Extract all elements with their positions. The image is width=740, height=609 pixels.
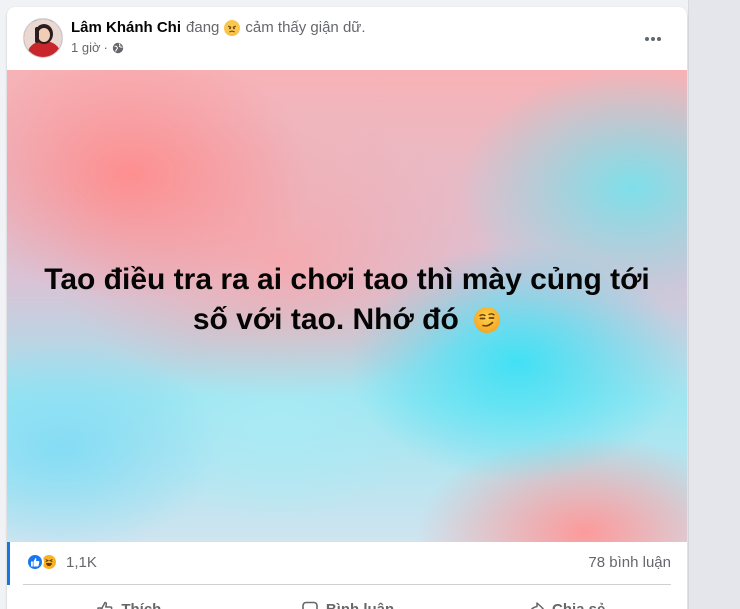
like-button[interactable]: Thích — [19, 587, 238, 609]
like-icon — [26, 553, 44, 571]
post-actions: Thích Bình luận Chia sẻ — [19, 587, 675, 609]
author-line: Lâm Khánh Chi đang cảm thấy giận dữ. — [71, 19, 366, 36]
more-options-button[interactable] — [635, 21, 671, 57]
share-icon — [530, 602, 544, 609]
comment-icon — [302, 601, 318, 609]
comment-count[interactable]: 78 bình luận — [588, 554, 671, 571]
background-text-post[interactable]: Tao điều tra ra ai chơi tao thì mày củng… — [7, 70, 687, 542]
feeling-prefix: đang — [186, 19, 220, 36]
author-name[interactable]: Lâm Khánh Chi — [71, 19, 181, 36]
post-body-text: Tao điều tra ra ai chơi tao thì mày củng… — [27, 260, 667, 340]
post-time[interactable]: 1 giờ — [71, 40, 101, 55]
stats-divider — [23, 584, 671, 585]
meta-separator: · — [103, 40, 108, 55]
feeling-text[interactable]: cảm thấy giận dữ. — [245, 19, 365, 36]
globe-icon[interactable] — [112, 42, 124, 54]
comment-button[interactable]: Bình luận — [238, 587, 457, 609]
post-body-line-2: số với tao. Nhớ đó — [192, 303, 459, 336]
reaction-summary[interactable]: 1,1K — [26, 553, 97, 571]
share-label: Chia sẻ — [552, 600, 606, 609]
reaction-count[interactable]: 1,1K — [66, 554, 97, 571]
like-label: Thích — [121, 600, 162, 609]
post-meta: 1 giờ · — [71, 40, 124, 55]
right-column-background — [688, 0, 740, 609]
share-button[interactable]: Chia sẻ — [456, 587, 675, 609]
post-stats: 1,1K 78 bình luận — [7, 542, 687, 585]
comment-label: Bình luận — [325, 600, 395, 609]
angry-face-icon — [224, 19, 241, 36]
smirking-face-icon — [473, 305, 501, 333]
more-dots-icon — [645, 37, 661, 41]
post-body-line-1: Tao điều tra ra ai chơi tao thì mày củng… — [44, 263, 650, 296]
post-body-line-2-wrap: số với tao. Nhớ đó — [27, 300, 667, 340]
post-card: Lâm Khánh Chi đang cảm thấy giận dữ. 1 g… — [7, 7, 687, 609]
thumbs-up-icon — [97, 601, 113, 609]
avatar[interactable] — [23, 18, 63, 58]
post-header: Lâm Khánh Chi đang cảm thấy giận dữ. 1 g… — [7, 7, 687, 69]
